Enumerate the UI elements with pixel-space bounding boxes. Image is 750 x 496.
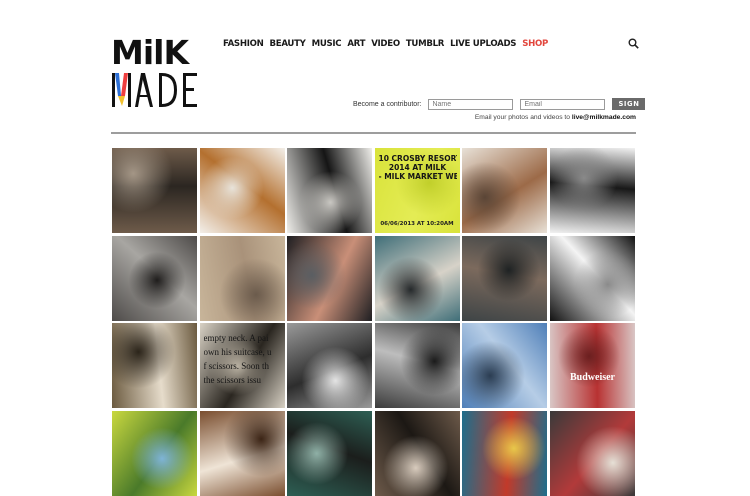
nav-item-art[interactable]: ART bbox=[347, 39, 365, 49]
nav-item-beauty[interactable]: BEAUTY bbox=[270, 39, 306, 49]
logo-milk-text: MilK bbox=[111, 33, 189, 72]
photo-tile-text: empty neck. A pai own his suitcase, u f sc… bbox=[204, 331, 282, 387]
nav-item-shop[interactable]: SHOP bbox=[522, 39, 548, 49]
photo-tile[interactable] bbox=[112, 410, 197, 496]
photo-tile-text-line: f scissors. Soon th bbox=[203, 361, 270, 371]
photo-tile[interactable] bbox=[462, 323, 547, 408]
photo-tile[interactable]: empty neck. A pai own his suitcase, u f sc… bbox=[199, 323, 285, 408]
nav-item-live-uploads[interactable]: LIVE UPLOADS bbox=[450, 39, 516, 49]
photo-tile[interactable] bbox=[374, 323, 460, 408]
search-icon[interactable] bbox=[628, 38, 639, 49]
nav-item-tumblr[interactable]: TUMBLR bbox=[406, 39, 445, 49]
contributor-label: Become a contributor: bbox=[353, 100, 422, 108]
photo-tile[interactable] bbox=[199, 235, 285, 321]
photo-tile-text-line: Budweiser bbox=[570, 372, 615, 383]
photo-tile[interactable] bbox=[287, 323, 372, 408]
nav-item-music[interactable]: MUSIC bbox=[312, 39, 342, 49]
photo-tile-timestamp: 06/06/2013 AT 10:20AM bbox=[380, 221, 454, 227]
photo-tile-text-line: 2014 AT MILK bbox=[388, 163, 447, 172]
photo-tile[interactable] bbox=[199, 410, 285, 496]
photo-tile[interactable] bbox=[462, 148, 547, 233]
main-nav: FASHION BEAUTY MUSIC ART VIDEO TUMBLR LI… bbox=[223, 39, 548, 49]
contributor-note-text: Email your photos and videos to bbox=[474, 114, 572, 121]
photo-tile-text-line: 10 CROSBY RESORT bbox=[378, 154, 457, 163]
photo-tile[interactable] bbox=[549, 148, 635, 233]
photo-tile-text: 10 CROSBY RESORT 2014 AT MILK - MILK MARKE… bbox=[379, 154, 457, 181]
photo-tile[interactable] bbox=[462, 235, 547, 321]
photo-tile[interactable] bbox=[549, 235, 635, 321]
photo-tile[interactable] bbox=[462, 410, 547, 496]
contributor-email-link[interactable]: live@milkmade.com bbox=[572, 114, 636, 121]
photo-tile-text-line: empty neck. A pai bbox=[203, 333, 269, 343]
photo-tile[interactable] bbox=[112, 323, 197, 408]
photo-tile[interactable]: Budweiser bbox=[549, 323, 635, 408]
nav-item-video[interactable]: VIDEO bbox=[371, 39, 400, 49]
photo-tile[interactable] bbox=[374, 235, 460, 321]
photo-tile[interactable] bbox=[287, 148, 372, 233]
sign-up-button[interactable]: SIGN UP bbox=[612, 98, 646, 120]
photo-tile[interactable] bbox=[112, 235, 197, 321]
photo-tile[interactable] bbox=[112, 148, 197, 233]
photo-tile-text-line: - MILK MARKET WEEK bbox=[378, 172, 457, 181]
photo-tile[interactable] bbox=[199, 148, 285, 233]
contributor-form: Become a contributor: SIGN UP bbox=[353, 97, 646, 120]
photo-tile[interactable] bbox=[549, 410, 635, 496]
photo-tile[interactable] bbox=[287, 410, 372, 496]
milkmade-logo[interactable]: MilK bbox=[111, 36, 203, 112]
photo-tile-text-line: own his suitcase, u bbox=[203, 347, 272, 357]
photo-tile-text-line: the scissors issu bbox=[203, 375, 262, 385]
logo-made-graphic bbox=[112, 73, 197, 107]
name-field[interactable] bbox=[428, 98, 514, 110]
photo-tile[interactable] bbox=[374, 410, 460, 496]
nav-item-fashion[interactable]: FASHION bbox=[223, 39, 264, 49]
photo-grid: 10 CROSBY RESORT 2014 AT MILK - MILK MARKE… bbox=[112, 148, 636, 496]
photo-tile-text: Budweiser bbox=[554, 371, 632, 385]
email-field[interactable] bbox=[520, 98, 606, 110]
contributor-note: Email your photos and videos to live@mil… bbox=[475, 114, 636, 121]
photo-tile[interactable]: 10 CROSBY RESORT 2014 AT MILK - MILK MARKE… bbox=[374, 148, 460, 233]
header-divider bbox=[111, 132, 636, 134]
photo-tile[interactable] bbox=[287, 235, 372, 321]
